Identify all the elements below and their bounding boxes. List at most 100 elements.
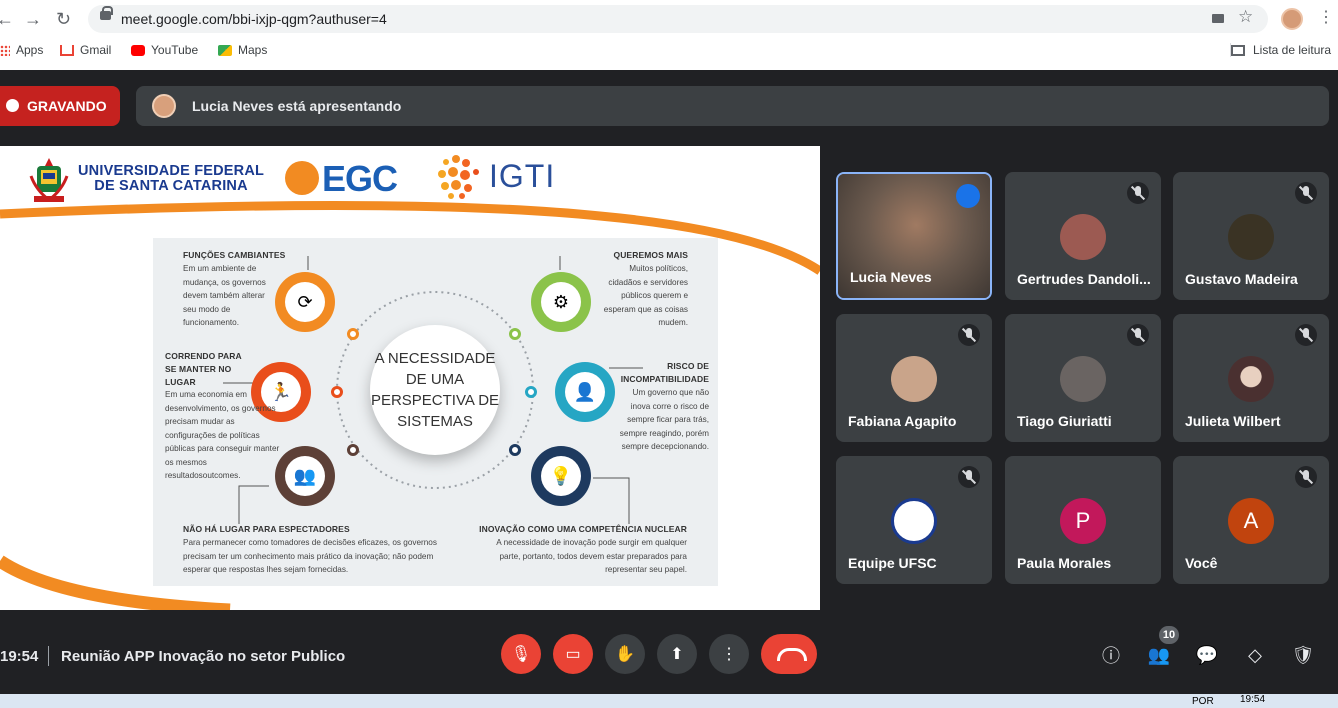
star-icon[interactable]: ☆ bbox=[1238, 7, 1253, 27]
recording-indicator[interactable]: GRAVANDO bbox=[0, 86, 120, 126]
item-1-title: FUNÇÕES CAMBIANTES bbox=[183, 250, 286, 260]
node-1 bbox=[347, 328, 359, 340]
risk-people-icon: 👤 bbox=[565, 372, 605, 412]
people-icon[interactable]: 👥 bbox=[1146, 642, 1172, 668]
more-options-button[interactable]: ⋮ bbox=[709, 634, 749, 674]
taskbar-language: POR bbox=[1192, 696, 1214, 707]
ufsc-avatar-icon bbox=[891, 498, 937, 544]
ufsc-crest-icon bbox=[29, 158, 69, 202]
avatar-letter: P bbox=[1060, 498, 1106, 544]
url-text[interactable]: meet.google.com/bbi-ixjp-qgm?authuser=4 bbox=[121, 11, 387, 27]
bookmarks-bar: Apps Gmail YouTube Maps Lista de leitura bbox=[0, 38, 1338, 64]
muted-mic-icon bbox=[1127, 324, 1149, 346]
igti-logo-text: IGTI bbox=[489, 158, 556, 194]
muted-mic-icon bbox=[1127, 182, 1149, 204]
item-4-title: QUEREMOS MAIS bbox=[613, 250, 688, 260]
lock-icon bbox=[100, 6, 113, 20]
avatar bbox=[1060, 214, 1106, 260]
egc-logo-text: EGC bbox=[322, 158, 398, 199]
address-bar[interactable]: meet.google.com/bbi-ixjp-qgm?authuser=4 … bbox=[88, 5, 1268, 33]
recording-label: GRAVANDO bbox=[27, 98, 107, 114]
node-6 bbox=[509, 444, 521, 456]
raise-hand-button[interactable]: ✋ bbox=[605, 634, 645, 674]
audience-icon: 👥 bbox=[285, 456, 325, 496]
item-3-body: Para permanecer como tomadores de decisõ… bbox=[183, 538, 437, 574]
head-gear-icon: ⚙ bbox=[541, 282, 581, 322]
participant-name: Gustavo Madeira bbox=[1185, 271, 1298, 287]
participant-tile-self[interactable]: A Você bbox=[1173, 456, 1329, 584]
meeting-controls-bar: 19:54 Reunião APP Inovação no setor Publ… bbox=[0, 618, 1338, 692]
camera-icon[interactable] bbox=[1212, 14, 1224, 23]
meeting-clock: 19:54 bbox=[0, 648, 39, 665]
node-4 bbox=[509, 328, 521, 340]
muted-mic-icon bbox=[958, 324, 980, 346]
leave-call-button[interactable] bbox=[761, 634, 817, 674]
muted-mic-icon bbox=[1295, 182, 1317, 204]
item-2-body: Em uma economia em desenvolvimento, os g… bbox=[165, 390, 280, 480]
host-controls-icon[interactable]: 🛡 bbox=[1290, 642, 1316, 668]
item-1-body: Em um ambiente de mudança, os governos d… bbox=[183, 264, 266, 327]
participant-tile[interactable]: Gertrudes Dandoli... bbox=[1005, 172, 1161, 300]
bookmark-label: Maps bbox=[238, 43, 268, 57]
hand-icon: ✋ bbox=[615, 646, 635, 663]
participant-tile[interactable]: Fabiana Agapito bbox=[836, 314, 992, 442]
meeting-info-icon[interactable]: ⓘ bbox=[1098, 642, 1124, 668]
university-line-2: DE SANTA CATARINA bbox=[94, 178, 248, 194]
forward-icon[interactable]: → bbox=[24, 8, 42, 30]
reading-list-label: Lista de leitura bbox=[1253, 43, 1332, 57]
profile-avatar[interactable] bbox=[1281, 8, 1303, 30]
item-6-ring: 💡 bbox=[531, 446, 591, 506]
participant-name: Fabiana Agapito bbox=[848, 413, 957, 429]
browser-menu-icon[interactable]: ⋮ bbox=[1318, 9, 1334, 27]
participant-tile[interactable]: Julieta Wilbert bbox=[1173, 314, 1329, 442]
participant-tile[interactable]: Gustavo Madeira bbox=[1173, 172, 1329, 300]
bookmark-gmail[interactable]: Gmail bbox=[60, 43, 111, 57]
chat-icon[interactable]: 💬 bbox=[1194, 642, 1220, 668]
more-vert-icon: ⋮ bbox=[721, 646, 737, 663]
participant-tile-lucia[interactable]: Lucia Neves bbox=[836, 172, 992, 300]
lightbulb-icon: 💡 bbox=[541, 456, 581, 496]
reading-list-icon bbox=[1231, 44, 1245, 56]
browser-chrome: ← → ↻ meet.google.com/bbi-ixjp-qgm?authu… bbox=[0, 0, 1338, 70]
item-3-ring: 👥 bbox=[275, 446, 335, 506]
egc-logo-icon bbox=[285, 161, 319, 195]
university-line-1: UNIVERSIDADE FEDERAL bbox=[78, 163, 265, 179]
maps-icon bbox=[218, 44, 232, 56]
participant-name: Você bbox=[1185, 555, 1218, 571]
record-icon bbox=[6, 99, 19, 112]
bookmark-label: Apps bbox=[16, 43, 44, 57]
bookmark-maps[interactable]: Maps bbox=[218, 43, 267, 57]
avatar bbox=[1060, 356, 1106, 402]
apps-grid-icon bbox=[0, 44, 10, 56]
activities-icon[interactable]: ◇ bbox=[1242, 642, 1268, 668]
bookmark-youtube[interactable]: YouTube bbox=[131, 43, 198, 57]
node-2 bbox=[331, 386, 343, 398]
center-title: A NECESSIDADE DE UMA PERSPECTIVA DE SIST… bbox=[370, 325, 500, 455]
participant-tile[interactable]: Equipe UFSC bbox=[836, 456, 992, 584]
participant-tile[interactable]: Tiago Giuriatti bbox=[1005, 314, 1161, 442]
reload-icon[interactable]: ↻ bbox=[56, 8, 71, 30]
participant-name: Lucia Neves bbox=[850, 269, 932, 285]
mic-toggle-button[interactable]: 🎙 bbox=[501, 634, 541, 674]
bookmark-label: YouTube bbox=[151, 43, 199, 57]
item-3-title: NÃO HÁ LUGAR PARA ESPECTADORES bbox=[183, 524, 350, 534]
camera-off-icon: ▭ bbox=[565, 646, 581, 663]
item-5-body: Um governo que não inova corre o risco d… bbox=[619, 388, 709, 451]
present-button[interactable]: ⬆ bbox=[657, 634, 697, 674]
participant-tile[interactable]: P Paula Morales bbox=[1005, 456, 1161, 584]
divider bbox=[48, 646, 49, 666]
youtube-icon bbox=[131, 44, 145, 56]
back-icon[interactable]: ← bbox=[0, 8, 14, 30]
bookmark-label: Gmail bbox=[80, 43, 112, 57]
participant-name: Tiago Giuriatti bbox=[1017, 413, 1112, 429]
camera-toggle-button[interactable]: ▭ bbox=[553, 634, 593, 674]
bookmark-apps[interactable]: Apps bbox=[0, 43, 43, 57]
item-4-body: Muitos políticos, cidadãos e servidores … bbox=[603, 264, 688, 327]
reading-list-button[interactable]: Lista de leitura bbox=[1230, 43, 1331, 57]
avatar bbox=[1228, 214, 1274, 260]
infographic: A NECESSIDADE DE UMA PERSPECTIVA DE SIST… bbox=[153, 238, 718, 586]
meeting-title: Reunião APP Inovação no setor Publico bbox=[61, 648, 346, 665]
present-screen-icon: ⬆ bbox=[670, 646, 684, 663]
avatar-letter: A bbox=[1228, 498, 1274, 544]
item-1-ring: ⟳ bbox=[275, 272, 335, 332]
